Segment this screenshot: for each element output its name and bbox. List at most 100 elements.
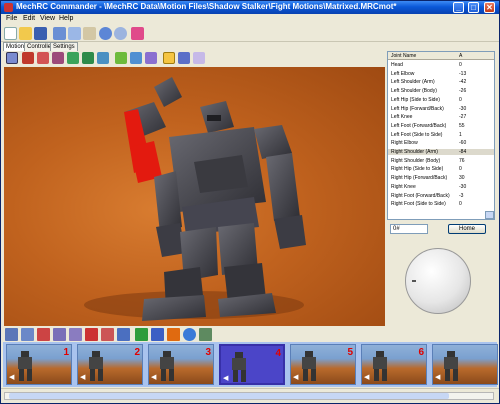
delete-frame-icon[interactable] xyxy=(37,328,50,341)
pose-full-body-icon[interactable] xyxy=(178,52,190,64)
pose-head-icon[interactable] xyxy=(97,52,109,64)
frame-nav-icon[interactable]: ◀ xyxy=(9,373,14,381)
frame-thumbnail[interactable]: 3 ◀ xyxy=(148,344,214,385)
paste-icon[interactable] xyxy=(83,27,96,40)
joint-row[interactable]: Left Shoulder (Body) -26 xyxy=(388,88,494,94)
insert-frame-icon[interactable] xyxy=(5,328,18,341)
frame-thumbnail[interactable]: 1 ◀ xyxy=(6,344,72,385)
pose-left-leg-icon[interactable] xyxy=(67,52,79,64)
joint-row[interactable]: Head 0 xyxy=(388,62,494,68)
menu-edit[interactable]: Edit xyxy=(23,15,35,22)
pose-reset-icon[interactable] xyxy=(193,52,205,64)
loop-icon[interactable] xyxy=(183,328,196,341)
joint-row[interactable]: Left Hip (Side to Side) 0 xyxy=(388,97,494,103)
status-bar xyxy=(1,388,499,403)
pose-highlight-icon[interactable] xyxy=(163,52,175,64)
frame-scrollbar[interactable] xyxy=(4,392,494,400)
joint-angle: -30 xyxy=(459,105,467,112)
joint-row[interactable]: Right Foot (Side to Side) 0 xyxy=(388,201,494,207)
joint-row[interactable]: Right Foot (Forward/Back) -3 xyxy=(388,193,494,199)
joint-angle: -60 xyxy=(459,140,467,147)
menu-help[interactable]: Help xyxy=(59,15,73,22)
pose-toolbar xyxy=(3,51,385,66)
robot-3d-viewport[interactable] xyxy=(4,67,385,326)
home-button[interactable]: Home xyxy=(448,224,486,234)
control-panel: 0# Home xyxy=(387,221,495,327)
redo-icon[interactable] xyxy=(114,27,127,40)
robot-model xyxy=(84,77,306,321)
joint-row[interactable]: Right Shoulder (Arm) -84 xyxy=(388,149,494,155)
record-icon[interactable] xyxy=(85,328,98,341)
frame-nav-icon[interactable]: ◀ xyxy=(80,373,85,381)
pose-both-arms-icon[interactable] xyxy=(52,52,64,64)
joint-row[interactable]: Left Hip (Forward/Back) -30 xyxy=(388,106,494,112)
joint-row[interactable]: Right Shoulder (Body) 76 xyxy=(388,158,494,164)
play-icon[interactable] xyxy=(135,328,148,341)
pose-right-arm-icon[interactable] xyxy=(37,52,49,64)
joint-name: Left Shoulder (Body) xyxy=(391,88,437,95)
undo-icon[interactable] xyxy=(99,27,112,40)
frame-input[interactable]: 0# xyxy=(390,224,428,234)
duplicate-frame-icon[interactable] xyxy=(53,328,66,341)
pause-icon[interactable] xyxy=(151,328,164,341)
menu-view[interactable]: View xyxy=(40,15,55,22)
joint-list[interactable]: Joint Name A Head 0 Left Elbow -13 Left Shou… xyxy=(387,51,495,220)
save-icon[interactable] xyxy=(34,27,47,40)
frame-robot-preview xyxy=(157,351,179,381)
pose-left-arm-icon[interactable] xyxy=(22,52,34,64)
frame-thumbnail[interactable]: 2 ◀ xyxy=(77,344,143,385)
joint-angle: 0 xyxy=(459,201,462,208)
joint-row[interactable]: Right Knee -30 xyxy=(388,184,494,190)
pose-crouch-icon[interactable] xyxy=(145,52,157,64)
frame-nav-icon[interactable]: ◀ xyxy=(151,373,156,381)
append-frame-icon[interactable] xyxy=(21,328,34,341)
frame-thumbnail[interactable]: ◀ xyxy=(432,344,498,385)
joint-angle: -84 xyxy=(459,149,467,155)
joint-row[interactable]: Left Knee -27 xyxy=(388,114,494,120)
frame-nav-icon[interactable]: ◀ xyxy=(293,373,298,381)
frame-number: 5 xyxy=(347,347,353,358)
dial-marker xyxy=(412,280,416,282)
maximize-button[interactable]: □ xyxy=(468,2,479,13)
joint-name-header[interactable]: Joint Name xyxy=(391,53,416,59)
stop-icon[interactable] xyxy=(167,328,180,341)
move-frame-icon[interactable] xyxy=(69,328,82,341)
frame-nav-icon[interactable]: ◀ xyxy=(223,374,228,382)
joint-name: Left Hip (Forward/Back) xyxy=(391,105,444,112)
pose-walk-icon[interactable] xyxy=(115,52,127,64)
joint-angle-header[interactable]: A xyxy=(459,53,462,59)
joint-row[interactable]: Right Hip (Forward/Back) 30 xyxy=(388,175,494,181)
joint-row[interactable]: Right Elbow -60 xyxy=(388,140,494,146)
copy-icon[interactable] xyxy=(68,27,81,40)
scroll-down-button[interactable] xyxy=(485,211,494,219)
frame-nav-icon[interactable]: ◀ xyxy=(364,373,369,381)
new-file-icon[interactable] xyxy=(4,27,17,40)
joint-row[interactable]: Left Foot (Side to Side) 1 xyxy=(388,132,494,138)
frame-thumbnail[interactable]: 4 ◀ xyxy=(219,344,285,385)
joint-row[interactable]: Left Foot (Forward/Back) 55 xyxy=(388,123,494,129)
clear-icon[interactable] xyxy=(101,328,114,341)
frame-thumbnail[interactable]: 6 ◀ xyxy=(361,344,427,385)
tab-settings[interactable]: Settings xyxy=(50,42,78,51)
close-button[interactable]: ✕ xyxy=(484,2,495,13)
menu-file[interactable]: File xyxy=(6,15,17,22)
pose-turn-icon[interactable] xyxy=(130,52,142,64)
pose-right-leg-icon[interactable] xyxy=(82,52,94,64)
frame-robot-preview xyxy=(15,351,37,381)
joint-angle: 55 xyxy=(459,122,465,129)
frame-nav-icon[interactable]: ◀ xyxy=(435,373,440,381)
settings-icon[interactable] xyxy=(199,328,212,341)
joint-row[interactable]: Left Elbow -13 xyxy=(388,71,494,77)
connect-icon[interactable] xyxy=(53,27,66,40)
scrollbar-thumb[interactable] xyxy=(9,393,449,399)
open-folder-icon[interactable] xyxy=(19,27,32,40)
export-icon[interactable] xyxy=(117,328,130,341)
rotation-dial[interactable] xyxy=(405,248,471,314)
window-title: MechRC Commander - \MechRC Data\Motion F… xyxy=(16,2,397,11)
frame-thumbnail[interactable]: 5 ◀ xyxy=(290,344,356,385)
minimize-button[interactable]: _ xyxy=(453,2,464,13)
pose-select-icon[interactable] xyxy=(6,52,18,64)
joint-row[interactable]: Left Shoulder (Arm) -42 xyxy=(388,79,494,85)
joint-row[interactable]: Right Hip (Side to Side) 0 xyxy=(388,166,494,172)
robot-icon[interactable] xyxy=(131,27,144,40)
